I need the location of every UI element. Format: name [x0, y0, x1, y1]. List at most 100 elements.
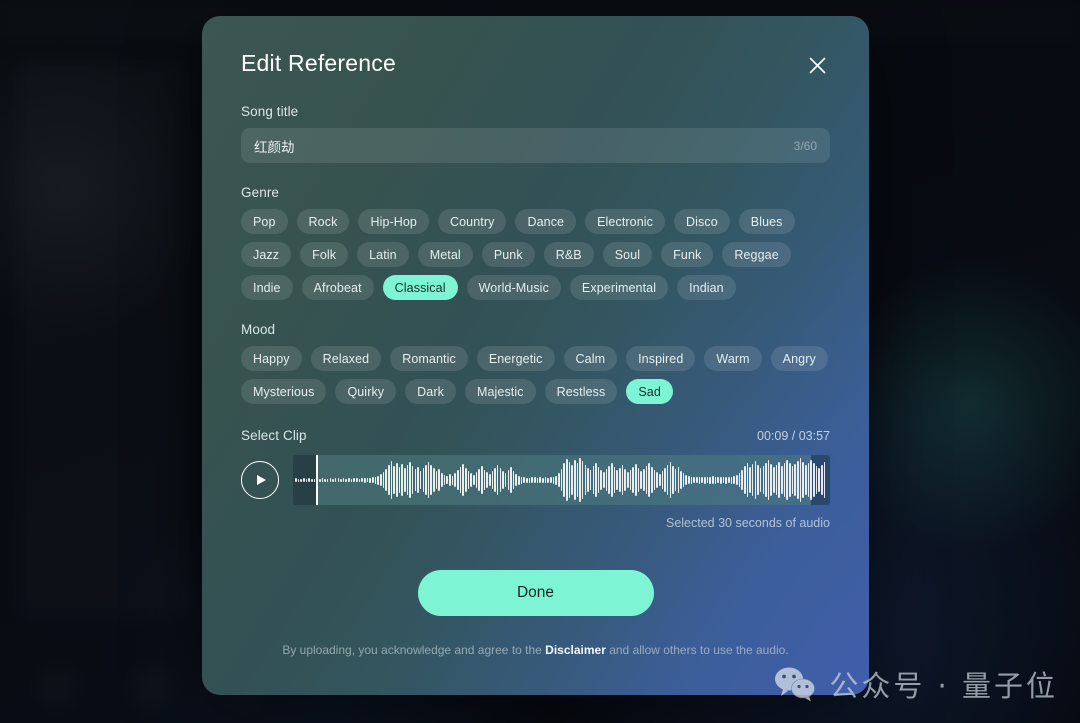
waveform-bar: [621, 465, 624, 495]
mood-chip-sad[interactable]: Sad: [626, 379, 673, 404]
mood-chip-inspired[interactable]: Inspired: [626, 346, 696, 371]
waveform-bar: [518, 475, 520, 485]
mood-chip-energetic[interactable]: Energetic: [476, 346, 555, 371]
clip-controls-row: [241, 455, 830, 505]
genre-chip-punk[interactable]: Punk: [481, 242, 535, 267]
clip-time-display: 00:09 / 03:57: [757, 429, 830, 443]
waveform-bar: [507, 470, 510, 490]
waveform-playhead[interactable]: [315, 455, 318, 505]
waveform-bar: [696, 477, 698, 483]
clip-header: Select Clip 00:09 / 03:57: [241, 428, 830, 443]
waveform-bar: [603, 472, 605, 488]
waveform-bar: [361, 478, 363, 482]
genre-chip-country[interactable]: Country: [438, 209, 507, 234]
mood-chip-mysterious[interactable]: Mysterious: [241, 379, 327, 404]
genre-chip-indian[interactable]: Indian: [677, 275, 736, 300]
waveform-bar: [457, 470, 459, 490]
genre-chip-dance[interactable]: Dance: [515, 209, 577, 234]
genre-chip-soul[interactable]: Soul: [602, 242, 653, 267]
mood-chip-warm[interactable]: Warm: [704, 346, 762, 371]
done-button[interactable]: Done: [417, 570, 654, 616]
waveform-bar: [488, 474, 491, 486]
waveform-bar: [565, 459, 568, 501]
song-title-input[interactable]: 红颜劫 3/60: [241, 128, 830, 163]
waveform-bar: [815, 466, 818, 494]
waveform-scrubber[interactable]: [293, 455, 830, 505]
waveform-bar: [385, 469, 387, 491]
waveform-bar: [749, 467, 751, 493]
play-icon[interactable]: [241, 461, 279, 499]
waveform-bar: [486, 472, 488, 488]
waveform-bar: [326, 478, 329, 482]
genre-chip-hip-hop[interactable]: Hip-Hop: [358, 209, 429, 234]
waveform-bar: [446, 476, 448, 484]
waveform-bar: [770, 464, 773, 496]
genre-chip-pop[interactable]: Pop: [241, 209, 288, 234]
waveform-bar: [674, 469, 677, 491]
genre-chip-world-music[interactable]: World-Music: [466, 275, 561, 300]
waveform-bar: [395, 463, 398, 497]
waveform-bar: [616, 470, 618, 490]
genre-chip-rock[interactable]: Rock: [296, 209, 350, 234]
waveform-bar: [406, 465, 409, 495]
waveform-bar: [584, 465, 587, 495]
waveform-bar: [690, 476, 693, 484]
waveform-bar: [504, 473, 507, 487]
waveform-bar: [597, 467, 600, 493]
mood-chip-angry[interactable]: Angry: [770, 346, 828, 371]
mood-chip-relaxed[interactable]: Relaxed: [310, 346, 382, 371]
waveform-bar: [398, 467, 401, 493]
waveform-bar: [350, 478, 353, 482]
genre-chip-electronic[interactable]: Electronic: [585, 209, 665, 234]
genre-label: Genre: [241, 185, 280, 200]
background-sidebar-panel: [14, 60, 190, 620]
waveform-bar: [605, 469, 608, 491]
waveform-bar: [802, 462, 804, 498]
waveform-bar: [534, 477, 536, 483]
genre-chip-reggae[interactable]: Reggae: [722, 242, 791, 267]
genre-chip-indie[interactable]: Indie: [241, 275, 293, 300]
genre-chip-folk[interactable]: Folk: [300, 242, 349, 267]
mood-chip-dark[interactable]: Dark: [405, 379, 456, 404]
genre-chip-classical[interactable]: Classical: [382, 275, 458, 300]
waveform-bar: [706, 477, 709, 483]
mood-chip-calm[interactable]: Calm: [563, 346, 618, 371]
mood-chip-restless[interactable]: Restless: [544, 379, 618, 404]
waveform-bar: [409, 462, 411, 498]
waveform-bar: [587, 468, 589, 492]
genre-chip-metal[interactable]: Metal: [417, 242, 473, 267]
waveform-bar: [557, 473, 560, 487]
waveform-bar: [478, 469, 480, 491]
waveform-bar: [595, 463, 597, 497]
waveform-bar: [759, 468, 762, 492]
close-icon[interactable]: [804, 52, 830, 78]
waveform-bar: [435, 471, 438, 489]
mood-chip-quirky[interactable]: Quirky: [335, 379, 397, 404]
genre-chip-disco[interactable]: Disco: [674, 209, 730, 234]
disclaimer-link[interactable]: Disclaimer: [545, 643, 606, 657]
waveform-bar: [342, 478, 345, 482]
waveform-bar: [433, 468, 435, 492]
disclaimer-prefix: By uploading, you acknowledge and agree …: [282, 643, 546, 657]
waveform-bar: [757, 465, 759, 495]
mood-chip-romantic[interactable]: Romantic: [390, 346, 468, 371]
genre-chip-latin[interactable]: Latin: [357, 242, 409, 267]
genre-chip-r-b[interactable]: R&B: [543, 242, 594, 267]
mood-chip-happy[interactable]: Happy: [241, 346, 302, 371]
waveform-bar: [300, 478, 302, 482]
genre-chip-afrobeat[interactable]: Afrobeat: [301, 275, 374, 300]
waveform-bar: [741, 470, 743, 490]
disclaimer-text: By uploading, you acknowledge and agree …: [241, 643, 830, 657]
waveform-bar: [658, 474, 661, 486]
waveform-bar: [308, 478, 310, 482]
song-title-counter: 3/60: [793, 138, 817, 153]
mood-chip-majestic[interactable]: Majestic: [464, 379, 536, 404]
mood-section: Mood Happy Relaxed Romantic Energetic Calm In…: [241, 322, 830, 404]
waveform-bar: [422, 468, 425, 492]
genre-chip-experimental[interactable]: Experimental: [569, 275, 669, 300]
genre-chip-funk[interactable]: Funk: [661, 242, 714, 267]
genre-chip-jazz[interactable]: Jazz: [241, 242, 292, 267]
waveform-bar: [805, 465, 807, 495]
genre-chip-blues[interactable]: Blues: [738, 209, 795, 234]
waveform-bar: [531, 477, 533, 483]
